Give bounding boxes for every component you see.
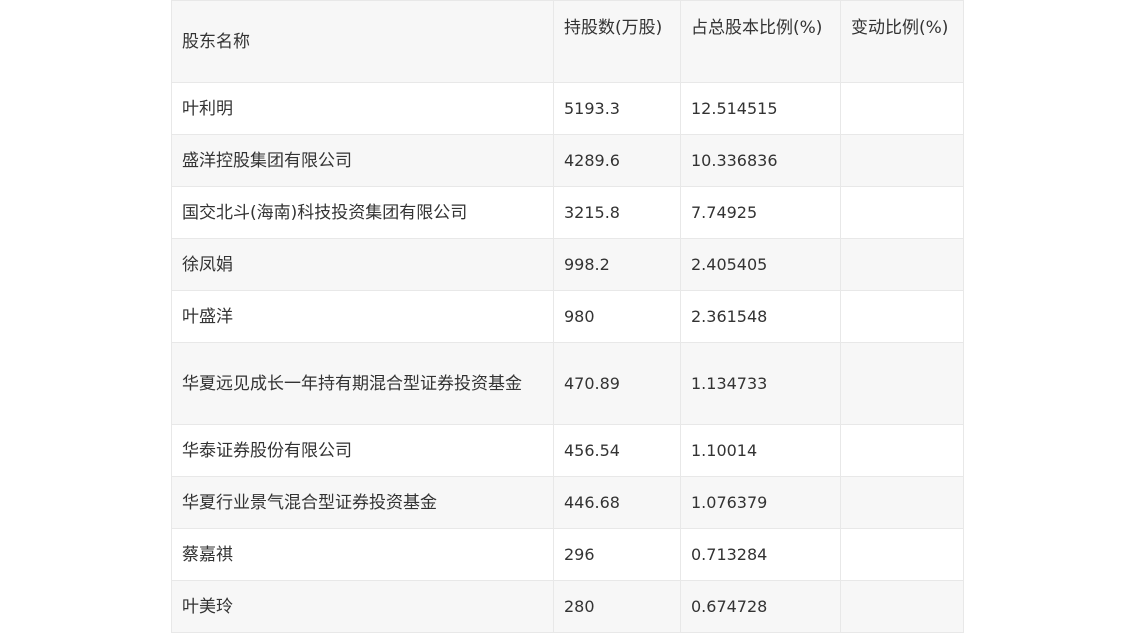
cell-shares: 4289.6 xyxy=(553,134,681,187)
cell-ratio: 1.10014 xyxy=(680,424,841,477)
table-row: 华泰证券股份有限公司 456.54 1.10014 xyxy=(171,424,964,477)
cell-shares: 280 xyxy=(553,580,681,633)
cell-name: 华泰证券股份有限公司 xyxy=(171,424,554,477)
header-shareholder-name: 股东名称 xyxy=(171,0,554,83)
cell-ratio: 1.076379 xyxy=(680,476,841,529)
shareholder-table: 股东名称 持股数(万股) 占总股本比例(%) 变动比例(%) 叶利明 5193.… xyxy=(171,0,964,633)
cell-name: 盛洋控股集团有限公司 xyxy=(171,134,554,187)
cell-shares: 470.89 xyxy=(553,342,681,425)
cell-name: 蔡嘉祺 xyxy=(171,528,554,581)
table-row: 华夏行业景气混合型证券投资基金 446.68 1.076379 xyxy=(171,476,964,529)
cell-name: 华夏行业景气混合型证券投资基金 xyxy=(171,476,554,529)
cell-shares: 998.2 xyxy=(553,238,681,291)
cell-change xyxy=(840,424,964,477)
cell-change xyxy=(840,342,964,425)
cell-change xyxy=(840,476,964,529)
cell-change xyxy=(840,186,964,239)
cell-change xyxy=(840,134,964,187)
cell-shares: 296 xyxy=(553,528,681,581)
cell-change xyxy=(840,290,964,343)
table-row: 叶利明 5193.3 12.514515 xyxy=(171,82,964,135)
cell-ratio: 7.74925 xyxy=(680,186,841,239)
cell-name: 叶盛洋 xyxy=(171,290,554,343)
table-row: 叶美玲 280 0.674728 xyxy=(171,580,964,633)
header-shares: 持股数(万股) xyxy=(553,0,681,83)
cell-name: 叶美玲 xyxy=(171,580,554,633)
cell-shares: 980 xyxy=(553,290,681,343)
cell-name: 叶利明 xyxy=(171,82,554,135)
cell-ratio: 0.674728 xyxy=(680,580,841,633)
table-row: 盛洋控股集团有限公司 4289.6 10.336836 xyxy=(171,134,964,187)
cell-change xyxy=(840,580,964,633)
cell-shares: 5193.3 xyxy=(553,82,681,135)
header-change: 变动比例(%) xyxy=(840,0,964,83)
cell-name: 华夏远见成长一年持有期混合型证券投资基金 xyxy=(171,342,554,425)
cell-name: 国交北斗(海南)科技投资集团有限公司 xyxy=(171,186,554,239)
table-row: 蔡嘉祺 296 0.713284 xyxy=(171,528,964,581)
cell-ratio: 2.405405 xyxy=(680,238,841,291)
cell-change xyxy=(840,528,964,581)
cell-ratio: 0.713284 xyxy=(680,528,841,581)
table-row: 徐凤娟 998.2 2.405405 xyxy=(171,238,964,291)
cell-ratio: 2.361548 xyxy=(680,290,841,343)
shareholder-table-container: 股东名称 持股数(万股) 占总股本比例(%) 变动比例(%) 叶利明 5193.… xyxy=(171,0,964,633)
header-ratio: 占总股本比例(%) xyxy=(680,0,841,83)
cell-shares: 446.68 xyxy=(553,476,681,529)
cell-change xyxy=(840,82,964,135)
table-header-row: 股东名称 持股数(万股) 占总股本比例(%) 变动比例(%) xyxy=(171,0,964,83)
table-row: 叶盛洋 980 2.361548 xyxy=(171,290,964,343)
cell-ratio: 12.514515 xyxy=(680,82,841,135)
cell-shares: 456.54 xyxy=(553,424,681,477)
cell-name: 徐凤娟 xyxy=(171,238,554,291)
table-row: 华夏远见成长一年持有期混合型证券投资基金 470.89 1.134733 xyxy=(171,342,964,425)
table-row: 国交北斗(海南)科技投资集团有限公司 3215.8 7.74925 xyxy=(171,186,964,239)
cell-change xyxy=(840,238,964,291)
cell-ratio: 10.336836 xyxy=(680,134,841,187)
cell-shares: 3215.8 xyxy=(553,186,681,239)
cell-ratio: 1.134733 xyxy=(680,342,841,425)
